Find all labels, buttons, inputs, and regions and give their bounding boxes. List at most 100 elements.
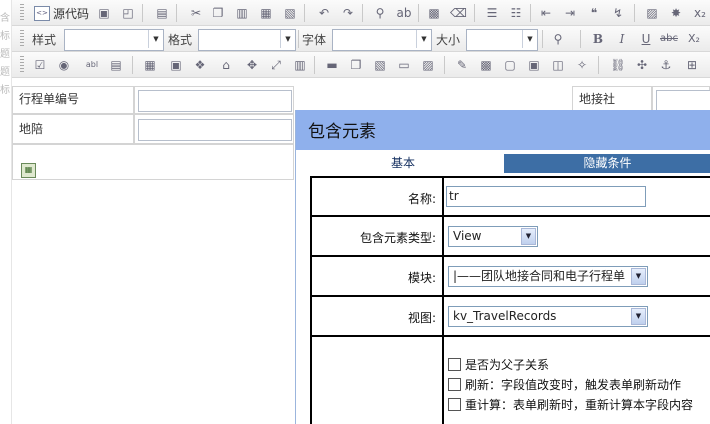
paste-icon[interactable]: ▥ — [234, 5, 250, 21]
house-icon[interactable]: ⌂ — [218, 57, 234, 73]
dialog-title-bar[interactable]: 包含元素 — [296, 110, 710, 146]
toolbar-grip[interactable] — [20, 56, 24, 74]
textfield-icon[interactable]: abl — [84, 57, 100, 73]
fit-icon[interactable]: ⤢ — [268, 57, 284, 73]
module-select[interactable]: |——团队地接合同和电子行程单 ▼ — [448, 266, 648, 287]
remove-format-icon[interactable]: ⌫ — [450, 5, 467, 21]
grid-icon[interactable]: ▥ — [292, 57, 308, 73]
blockquote-icon[interactable]: ❝ — [586, 5, 602, 21]
size-select[interactable]: ▼ — [466, 29, 538, 51]
element-type-select[interactable]: View ▼ — [448, 226, 538, 247]
subscript-button[interactable]: X₂ — [686, 31, 702, 47]
toolbar-grip[interactable] — [20, 30, 24, 48]
calendar-icon[interactable]: ▣ — [168, 57, 184, 73]
flash-icon[interactable]: ✸ — [668, 5, 684, 21]
find-in-page-icon[interactable]: ⚲ — [550, 31, 566, 47]
select-all-icon[interactable]: ▩ — [426, 5, 442, 21]
preview-icon[interactable]: ◰ — [120, 5, 136, 21]
element-type-label: 包含元素类型: — [359, 231, 436, 245]
link-icon[interactable]: ⛓ — [610, 57, 626, 73]
drag-icon[interactable]: ✥ — [244, 57, 260, 73]
image-icon[interactable]: ▣ — [526, 57, 542, 73]
tab-hide-conditions[interactable]: 隐藏条件 — [504, 154, 710, 173]
strikethrough-button[interactable]: abc — [660, 31, 678, 47]
paste-text-icon[interactable]: ▦ — [258, 5, 274, 21]
format-select[interactable]: ▼ — [198, 29, 296, 51]
picture-icon[interactable]: ▩ — [478, 57, 494, 73]
toolbar-separator — [530, 4, 531, 22]
image-icon[interactable]: ▨ — [644, 5, 660, 21]
refresh-checkbox[interactable] — [448, 377, 461, 391]
unlink-icon[interactable]: ✣ — [634, 57, 650, 73]
italic-button[interactable]: I — [614, 31, 630, 47]
recalculate-option[interactable]: 重计算：表单刷新时，重新计算本字段内容 — [448, 396, 693, 412]
line-icon[interactable]: ▬ — [324, 57, 340, 73]
extra-icon[interactable]: ⊞ — [684, 57, 700, 73]
window-icon[interactable]: ▢ — [502, 57, 518, 73]
save-icon[interactable]: ▣ — [96, 5, 112, 21]
tree-icon[interactable]: ❖ — [192, 57, 208, 73]
font-select[interactable]: ▼ — [332, 29, 432, 51]
indent-icon[interactable]: ⇥ — [562, 5, 578, 21]
radio-icon[interactable]: ◉ — [56, 57, 72, 73]
recalculate-checkbox[interactable] — [448, 397, 461, 411]
grid-row-line — [312, 295, 710, 297]
textarea-icon[interactable]: ▤ — [108, 57, 124, 73]
local-guide-input[interactable] — [138, 119, 292, 141]
view-value: kv_TravelRecords — [453, 309, 557, 323]
undo-icon[interactable]: ↶ — [316, 5, 332, 21]
chevron-down-icon[interactable]: ▼ — [631, 308, 646, 325]
view-select[interactable]: kv_TravelRecords ▼ — [448, 306, 648, 327]
parent-child-checkbox[interactable] — [448, 357, 461, 371]
clone-icon[interactable]: ❐ — [348, 57, 364, 73]
div-icon[interactable]: ↯ — [610, 5, 626, 21]
embed-icon[interactable]: ◫ — [550, 57, 566, 73]
chevron-down-icon[interactable]: ▼ — [416, 30, 431, 48]
special-icon[interactable]: ✧ — [574, 57, 590, 73]
cut-icon[interactable]: ✂ — [188, 5, 204, 21]
source-icon: <> — [34, 5, 50, 21]
list-icon[interactable]: ▨ — [420, 57, 436, 73]
toolbar-separator — [634, 4, 635, 22]
form-icon[interactable]: ▭ — [396, 57, 412, 73]
calc-icon[interactable]: ▧ — [372, 57, 388, 73]
chevron-down-icon[interactable]: ▼ — [280, 30, 295, 48]
agency-input[interactable] — [656, 90, 710, 112]
chevron-down-icon[interactable]: ▼ — [148, 30, 163, 48]
font-label: 字体 — [302, 33, 327, 47]
template-icon[interactable]: ▤ — [154, 5, 170, 21]
toolbar-row-2: 样式 ▼ 格式 ▼ 字体 ▼ 大小 ▼ ⚲ B I U abc X₂ — [12, 26, 710, 52]
chevron-down-icon[interactable]: ▼ — [522, 30, 537, 48]
chevron-down-icon[interactable]: ▼ — [631, 268, 646, 285]
underline-button[interactable]: U — [638, 31, 654, 47]
source-code-label: 源代码 — [53, 6, 90, 21]
outdent-icon[interactable]: ⇤ — [538, 5, 554, 21]
checkbox-icon[interactable]: ☑ — [32, 57, 48, 73]
table-icon[interactable]: ▦ — [142, 57, 158, 73]
subscript-icon[interactable]: x₂ — [692, 5, 708, 21]
chevron-down-icon[interactable]: ▼ — [521, 228, 536, 245]
redo-icon[interactable]: ↷ — [340, 5, 356, 21]
unordered-list-icon[interactable]: ☷ — [508, 5, 524, 21]
edit-icon[interactable]: ✎ — [454, 57, 470, 73]
gutter-char: 标 — [0, 31, 10, 42]
tab-basic[interactable]: 基本 — [308, 152, 498, 174]
find-icon[interactable]: ⚲ — [372, 5, 388, 21]
trip-number-input[interactable] — [138, 90, 292, 112]
anchor-icon[interactable]: ⚓ — [658, 57, 674, 73]
style-select[interactable]: ▼ — [64, 29, 164, 51]
paste-word-icon[interactable]: ▧ — [282, 5, 298, 21]
refresh-option[interactable]: 刷新：字段值改变时，触发表单刷新动作 — [448, 376, 681, 392]
parent-child-option[interactable]: 是否为父子关系 — [448, 356, 549, 372]
ordered-list-icon[interactable]: ☰ — [484, 5, 500, 21]
copy-icon[interactable]: ❐ — [210, 5, 226, 21]
replace-icon[interactable]: ab — [396, 5, 412, 21]
bold-button[interactable]: B — [590, 31, 606, 47]
toolbar-grip[interactable] — [20, 4, 24, 22]
form-label-cell: 地陪 — [12, 114, 134, 144]
source-code-button[interactable]: <> 源代码 — [34, 3, 89, 23]
embedded-view-icon[interactable]: ▦ — [21, 163, 36, 178]
gutter-char: 题 — [0, 49, 10, 60]
form-input-cell — [134, 114, 294, 144]
name-input[interactable]: tr — [446, 186, 646, 207]
